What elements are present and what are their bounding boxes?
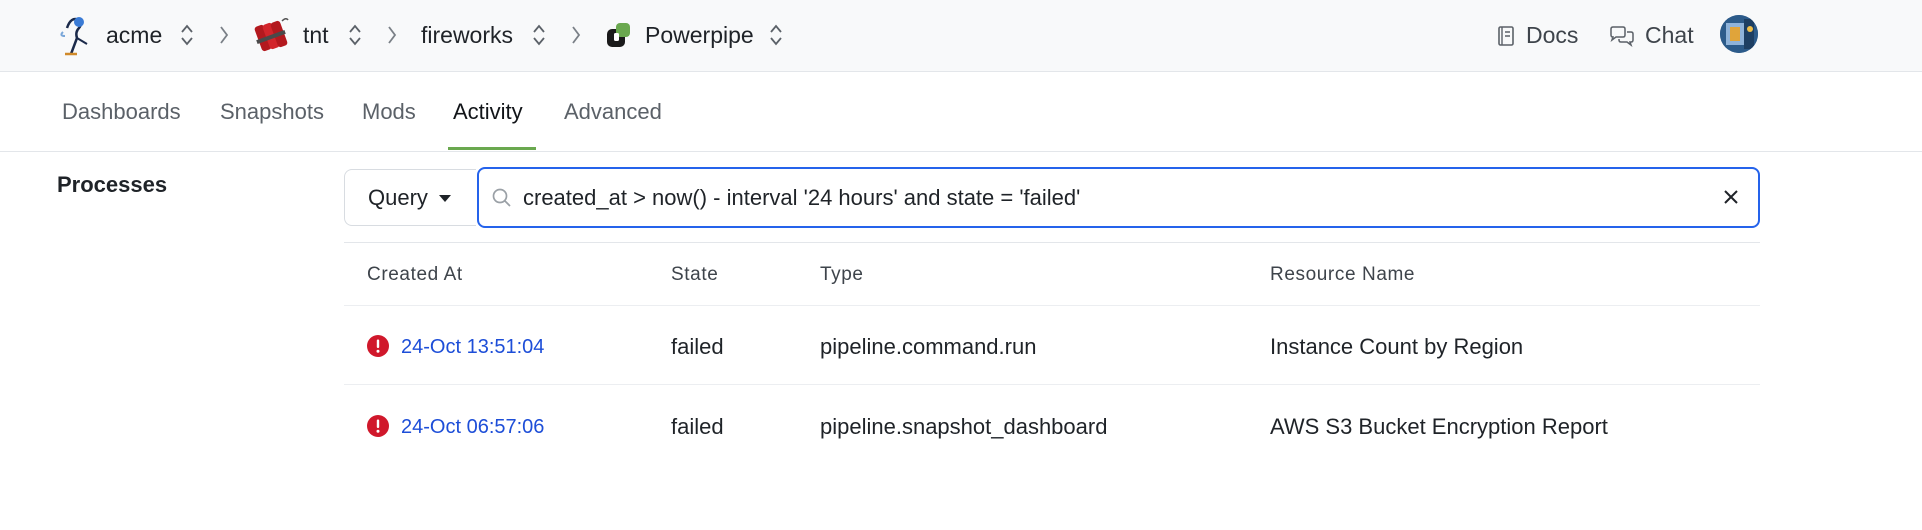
created-at-link[interactable]: 24-Oct 06:57:06 [401,416,544,439]
powerpipe-logo-icon [605,21,633,49]
tab-dashboards[interactable]: Dashboards [62,72,181,151]
active-tab-indicator [448,147,536,150]
tab-activity[interactable]: Activity [453,72,523,151]
chevron-right-icon [220,26,229,44]
tnt-workspace-logo-icon [252,15,292,55]
chevron-right-icon [388,26,397,44]
resource-name-cell: Instance Count by Region [1270,334,1524,359]
chat-link[interactable]: Chat [1609,0,1694,71]
docs-label: Docs [1526,22,1579,48]
error-icon [367,415,389,437]
resource-name-cell: AWS S3 Bucket Encryption Report [1270,414,1608,439]
top-navigation-bar: acme tnt fireworks Powerpipe Docs Chat [0,0,1922,72]
query-mode-dropdown[interactable]: Query [344,169,476,226]
user-avatar[interactable] [1720,15,1758,53]
state-cell: failed [671,334,724,359]
product-switcher-icon[interactable] [769,22,783,48]
column-header-resource-name[interactable]: Resource Name [1270,264,1415,286]
row-divider [344,384,1760,385]
row-divider [344,305,1760,306]
docs-link[interactable]: Docs [1496,0,1578,71]
column-header-state[interactable]: State [671,264,718,286]
query-filter-box [477,167,1760,228]
chat-bubbles-icon [1610,25,1634,47]
caret-down-icon [438,194,451,202]
table-top-border [344,242,1760,243]
type-cell: pipeline.command.run [820,334,1037,359]
tab-advanced[interactable]: Advanced [564,72,662,151]
section-tabs: Dashboards Snapshots Mods Activity Advan… [0,72,1922,152]
chat-label: Chat [1645,22,1694,48]
search-icon [492,188,511,207]
column-header-type[interactable]: Type [820,264,864,286]
org-switcher-icon[interactable] [180,22,194,48]
acme-org-logo-icon [57,14,93,56]
chevron-right-icon [572,26,581,44]
breadcrumb-workspace[interactable]: tnt [303,0,329,71]
query-mode-label: Query [368,184,428,210]
type-cell: pipeline.snapshot_dashboard [820,414,1108,439]
query-input[interactable] [523,184,1653,211]
clear-icon[interactable] [1720,186,1742,208]
breadcrumb-org[interactable]: acme [106,0,162,71]
breadcrumb-mod[interactable]: fireworks [421,0,513,71]
column-header-created-at[interactable]: Created At [367,264,463,286]
book-icon [1498,25,1514,46]
page-title: Processes [57,172,168,197]
breadcrumb-product[interactable]: Powerpipe [645,0,754,71]
error-icon [367,335,389,357]
state-cell: failed [671,414,724,439]
tab-mods[interactable]: Mods [362,72,416,151]
mod-switcher-icon[interactable] [532,22,546,48]
created-at-link[interactable]: 24-Oct 13:51:04 [401,336,544,359]
workspace-switcher-icon[interactable] [348,22,362,48]
tab-snapshots[interactable]: Snapshots [220,72,324,151]
